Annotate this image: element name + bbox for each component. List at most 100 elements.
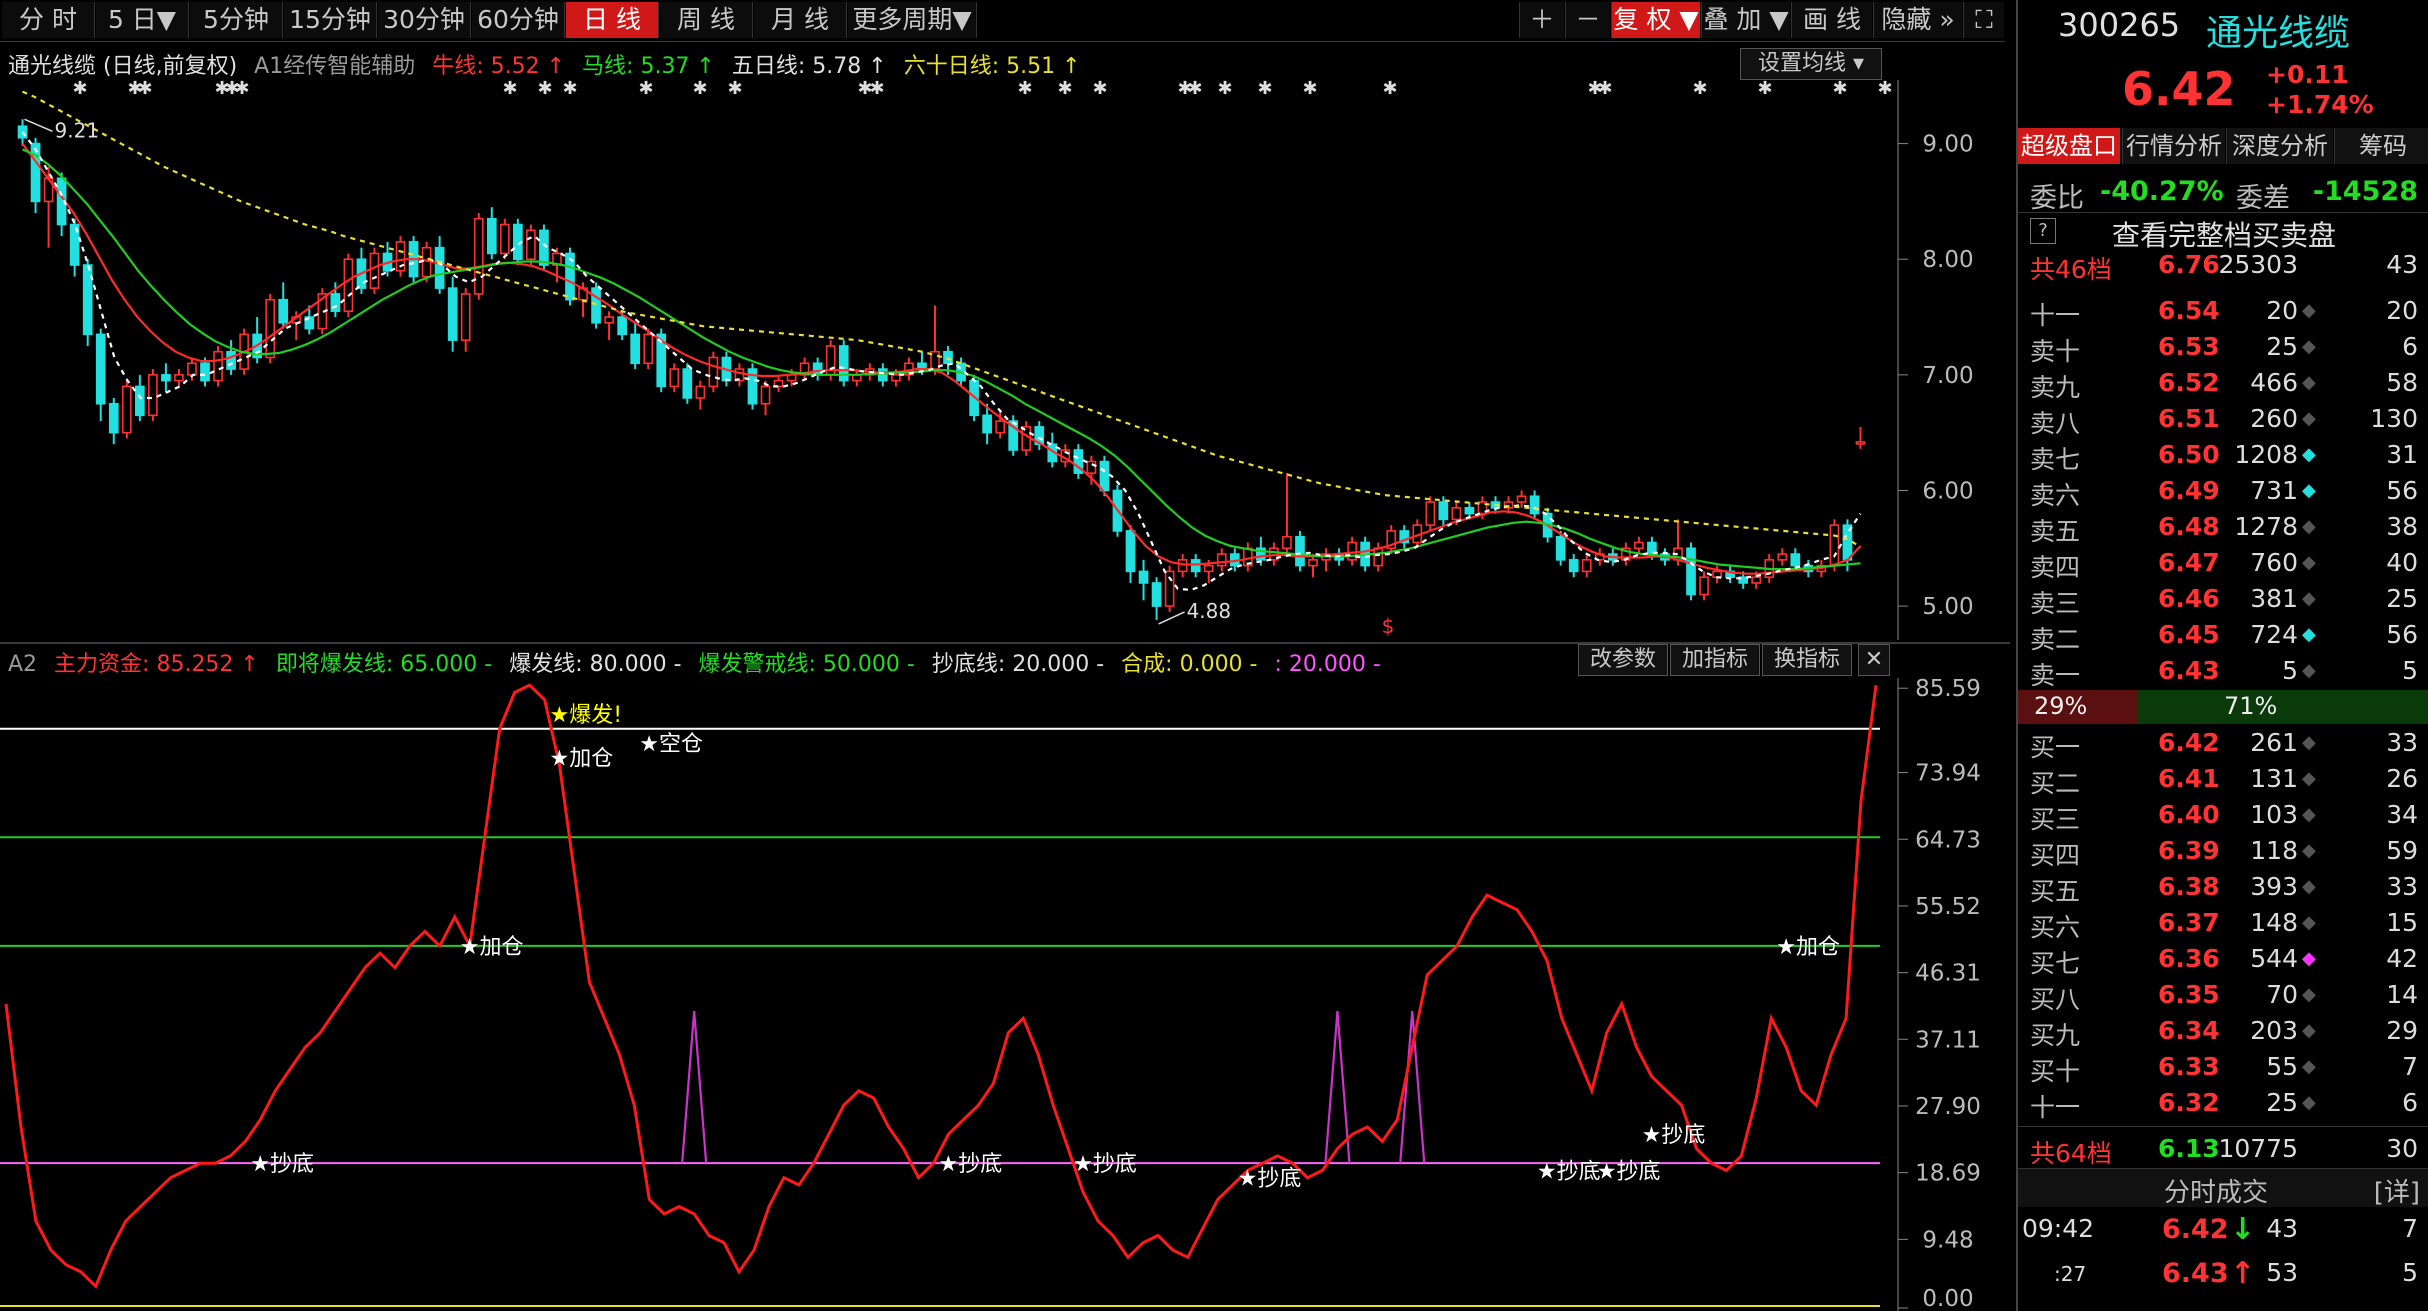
buy-row-price: 6.38: [2158, 872, 2220, 901]
period-button-7[interactable]: 周 线: [660, 2, 753, 38]
volume-change-icon: ◆: [2302, 732, 2316, 753]
toolbar-right-button-3[interactable]: 叠 加 ▼: [1701, 2, 1790, 38]
signal-star-marker: ✱: [234, 80, 249, 99]
trade-price: 6.43: [2162, 1258, 2229, 1289]
candle-body: [1451, 507, 1462, 521]
toolbar-right-button-6[interactable]: ⛶: [1963, 2, 2004, 38]
quote-tab-3[interactable]: 筹码: [2334, 128, 2428, 164]
buy-row-price: 6.32: [2158, 1088, 2220, 1117]
buy-row: 买七 6.36 544 ◆ 42: [2018, 942, 2428, 978]
buy-row-orders: 14: [2386, 980, 2418, 1009]
sell-row: 十一 6.54 20 ◆ 20: [2018, 294, 2428, 330]
volume-change-icon: ◆: [2302, 1056, 2316, 1077]
volume-change-icon: ◆: [2302, 444, 2316, 465]
toolbar-right-button-5[interactable]: 隐藏 »: [1873, 2, 1962, 38]
period-button-5[interactable]: 60分钟: [472, 2, 565, 38]
indicator-chart[interactable]: 85.59 73.94 64.73 55.52 46.31 37.11 27.90 18.69…: [0, 678, 2010, 1311]
toolbar-right-button-1[interactable]: －: [1565, 2, 1610, 38]
candle-body: [1425, 501, 1436, 526]
extra-label: : 20.000 -: [1274, 652, 1381, 677]
indicator-tick-label: 0.00: [1922, 1286, 1973, 1311]
ma5-line-label: 五日线: 5.78 ↑: [731, 54, 887, 79]
candle-body: [943, 350, 953, 365]
buy-row-label: 买二: [2030, 769, 2081, 798]
candle-body: [708, 356, 719, 388]
period-button-8[interactable]: 月 线: [754, 2, 847, 38]
period-button-4[interactable]: 30分钟: [378, 2, 471, 38]
sell-row-orders: 5: [2402, 656, 2418, 685]
toolbar-right-button-4[interactable]: 画 线: [1791, 2, 1872, 38]
period-button-0[interactable]: 分 时: [2, 2, 95, 38]
quote-tab-0[interactable]: 超级盘口: [2018, 128, 2120, 164]
sub-chart-button-0[interactable]: 改参数: [1578, 644, 1668, 676]
trades-detail-link[interactable]: [详]: [2374, 1172, 2420, 1209]
buy-row: 买六 6.37 148 ◆ 15: [2018, 906, 2428, 942]
candle-body: [108, 402, 119, 434]
candle-body: [95, 333, 106, 405]
period-button-3[interactable]: 15分钟: [284, 2, 377, 38]
buy-row-orders: 6: [2402, 1088, 2418, 1117]
signal-star-marker: ✱: [502, 80, 517, 99]
buy-row-orders: 33: [2386, 728, 2418, 757]
sell-row-volume: 20: [2266, 296, 2298, 325]
sell-row: 卖九 6.52 466 ◆ 58: [2018, 366, 2428, 402]
candle-body: [1438, 501, 1449, 521]
sell-row-volume: 731: [2250, 476, 2298, 505]
candle-body: [187, 362, 197, 376]
period-button-9[interactable]: 更多周期▼: [848, 2, 977, 38]
candle-body: [1699, 576, 1709, 596]
candle-body: [82, 264, 93, 336]
composite-label: 合成: 0.000 -: [1121, 652, 1258, 677]
period-button-2[interactable]: 5分钟: [190, 2, 283, 38]
candle-body: [161, 374, 171, 382]
sell-row-volume: 724: [2250, 620, 2298, 649]
candle-body: [200, 362, 210, 382]
sell-row-volume: 5: [2282, 656, 2298, 685]
candle-body: [226, 350, 236, 370]
candle-body: [1347, 541, 1357, 561]
quote-tab-1[interactable]: 行情分析: [2122, 128, 2225, 164]
candle-body: [343, 258, 354, 313]
candle-body: [499, 223, 510, 255]
sub-panel-id: A2: [8, 652, 38, 677]
volume-change-icon: ◆: [2302, 300, 2316, 321]
settings-ma-button[interactable]: 设置均线 ▾: [1740, 48, 1882, 80]
price-change: +0.11: [2266, 60, 2349, 89]
candle-body: [982, 414, 992, 434]
candle-body: [473, 217, 484, 295]
near-burst-label: 即将爆发线: 65.000 -: [275, 652, 493, 677]
signal-label: ★抄底: [1073, 1152, 1137, 1177]
sub-chart-legend: A2 主力资金: 85.252 ↑ 即将爆发线: 65.000 - 爆发线: 8…: [8, 646, 1391, 678]
buy-row-price: 6.35: [2158, 980, 2220, 1009]
sub-chart-button-3[interactable]: ✕: [1858, 644, 1890, 676]
candle-body: [643, 333, 654, 365]
buy-row: 买二 6.41 131 ◆ 26: [2018, 762, 2428, 798]
indicator-tick-label: 55.52: [1915, 894, 1981, 920]
buy-row-price: 6.34: [2158, 1016, 2220, 1045]
period-button-1[interactable]: 5 日▼: [96, 2, 189, 38]
price-chart[interactable]: 9.00 8.00 7.00 6.00 5.00 ✱ ✱ ✱ ✱ ✱ ✱ ✱ ✱ ✱ ✱ ✱ ✱ ✱ ✱ ✱ ✱ ✱ ✱ ✱ ✱…: [0, 80, 2010, 640]
quote-tab-2[interactable]: 深度分析: [2226, 128, 2333, 164]
candle-body: [121, 385, 132, 434]
trade-count: 7: [2402, 1214, 2418, 1243]
indicator-tick-label: 9.48: [1922, 1227, 1973, 1253]
sell-row-orders: 56: [2386, 476, 2418, 505]
candle-body: [1373, 547, 1384, 567]
sub-chart-button-1[interactable]: 加指标: [1670, 644, 1760, 676]
signal-star-marker: ✱: [1692, 80, 1707, 99]
period-button-6[interactable]: 日 线: [566, 2, 659, 38]
buy-row-price: 6.42: [2158, 728, 2220, 757]
signal-star-marker: ✱: [72, 80, 87, 99]
sell-row: 卖三 6.46 381 ◆ 25: [2018, 582, 2428, 618]
chart-title: 通光线缆 (日线,前复权): [8, 54, 238, 79]
indicator-tick-label: 85.59: [1915, 678, 1981, 702]
toolbar-right-button-0[interactable]: ＋: [1519, 2, 1564, 38]
candle-body: [891, 374, 901, 382]
toolbar-right-button-2[interactable]: 复 权 ▼: [1611, 2, 1700, 38]
sub-chart-button-2[interactable]: 换指标: [1762, 644, 1852, 676]
indicator-tick-label: 27.90: [1915, 1094, 1981, 1120]
buy-row-price: 6.39: [2158, 836, 2220, 865]
volume-change-icon: ◆: [2302, 912, 2316, 933]
volume-change-icon: ◆: [2302, 336, 2316, 357]
help-icon[interactable]: ?: [2030, 218, 2056, 244]
